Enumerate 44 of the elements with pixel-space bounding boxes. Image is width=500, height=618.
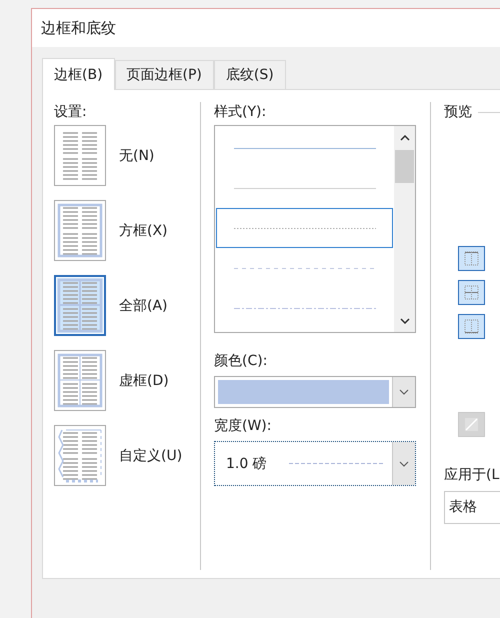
top-border-button[interactable] (458, 246, 485, 271)
width-value: 1.0 磅 (226, 454, 267, 472)
setting-label[interactable]: 方框(X) (119, 222, 168, 240)
dropdown-caret-icon (399, 460, 409, 466)
border-setting-icon[interactable] (54, 200, 106, 261)
diagonal-line-icon (462, 415, 481, 434)
color-dropdown[interactable] (214, 376, 416, 408)
color-label: 颜色(C): (214, 352, 268, 371)
dropdown-caret-icon (399, 389, 409, 395)
preview-label: 预览 (444, 103, 472, 121)
apply-to-label: 应用于(L (444, 466, 500, 484)
middle-border-button[interactable] (458, 280, 485, 305)
style-label: 样式(Y): (214, 103, 268, 122)
border-setting-icon[interactable] (54, 125, 106, 186)
scrollbar[interactable] (394, 126, 415, 332)
style-list[interactable] (214, 125, 416, 333)
setting-label[interactable]: 虚框(D) (119, 372, 169, 390)
line-style-icon (234, 226, 376, 230)
tab[interactable]: 页面边框(P) (114, 60, 214, 89)
table-grid-icon (462, 283, 481, 302)
tab[interactable]: 底纹(S) (214, 60, 286, 89)
line-style-option[interactable] (216, 208, 393, 248)
table-grid-icon (462, 317, 481, 336)
line-style-icon (234, 186, 376, 190)
setting-label[interactable]: 全部(A) (119, 296, 168, 314)
width-dropdown[interactable]: 1.0 磅 (214, 441, 416, 486)
setting-label[interactable]: 无(N) (119, 146, 154, 164)
table-grid-icon (462, 249, 481, 268)
scroll-up-icon (400, 135, 410, 141)
scroll-down-icon (400, 318, 410, 324)
border-setting-icon[interactable] (54, 425, 106, 486)
window-title: 边框和底纹 (41, 18, 116, 38)
tab[interactable]: 边框(B) (42, 58, 115, 90)
scroll-thumb[interactable] (395, 150, 414, 183)
border-setting-icon[interactable] (54, 350, 106, 411)
border-setting-icon[interactable] (54, 275, 106, 336)
line-style-icon (234, 146, 376, 150)
settings-label: 设置: (54, 103, 88, 122)
bottom-border-button[interactable] (458, 314, 485, 339)
apply-to-dropdown[interactable]: 表格 (444, 491, 500, 524)
line-style-icon (234, 266, 376, 270)
line-style-icon (234, 306, 376, 310)
width-label: 宽度(W): (214, 417, 272, 436)
setting-label[interactable]: 自定义(U) (119, 446, 182, 464)
